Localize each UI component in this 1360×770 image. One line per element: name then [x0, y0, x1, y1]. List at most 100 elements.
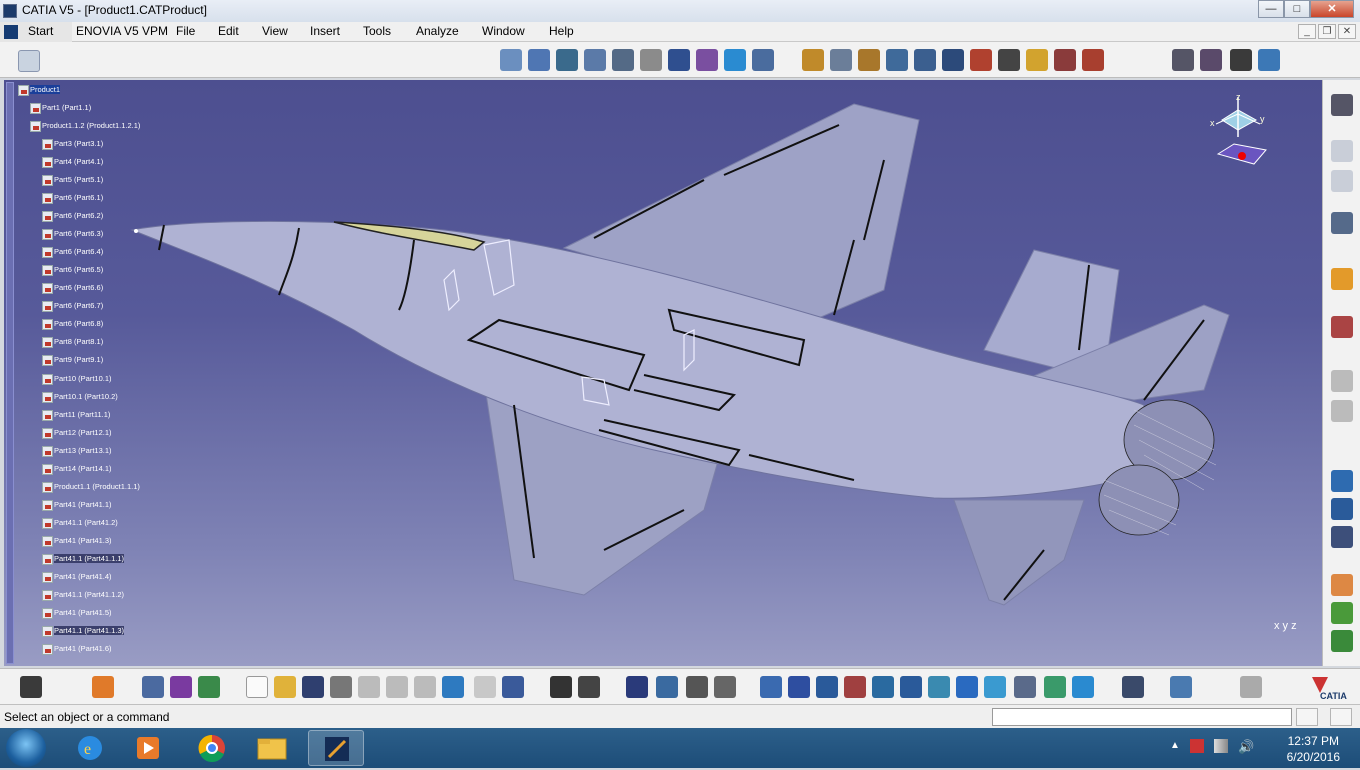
lock-icon[interactable]: [686, 676, 708, 698]
sparkle-icon[interactable]: [1258, 49, 1280, 71]
existing-component-icon[interactable]: [528, 49, 550, 71]
tree-node[interactable]: Part12 (Part12.1): [42, 426, 112, 440]
camera-icon[interactable]: [20, 676, 42, 698]
tree-node[interactable]: Part6 (Part6.6): [42, 281, 103, 295]
generate-numbering-icon[interactable]: [1331, 602, 1353, 624]
shading-icon[interactable]: [1014, 676, 1036, 698]
tree-node[interactable]: Part13 (Part13.1): [42, 444, 112, 458]
bill-of-material-icon[interactable]: [1331, 574, 1353, 596]
update-icon[interactable]: [724, 49, 746, 71]
minimize-button[interactable]: —: [1258, 0, 1284, 18]
open-folder-icon[interactable]: [274, 676, 296, 698]
whats-this-icon[interactable]: [502, 676, 524, 698]
command-input[interactable]: [992, 708, 1292, 726]
graph-tree-reorder-icon[interactable]: [584, 49, 606, 71]
tree-node[interactable]: Part14 (Part14.1): [42, 462, 112, 476]
new-product-icon[interactable]: [1331, 170, 1353, 192]
hide-show-icon[interactable]: [1044, 676, 1066, 698]
menu-tools[interactable]: Tools: [363, 24, 391, 38]
tree-node[interactable]: Part5 (Part5.1): [42, 173, 103, 187]
tree-node[interactable]: Part3 (Part3.1): [42, 137, 103, 151]
close-button[interactable]: ✕: [1310, 0, 1354, 18]
chrome-icon[interactable]: [184, 730, 240, 766]
tree-node[interactable]: Part6 (Part6.8): [42, 317, 103, 331]
properties-icon[interactable]: [714, 676, 736, 698]
copy-icon[interactable]: [386, 676, 408, 698]
zoom-in-icon[interactable]: [872, 676, 894, 698]
tree-node[interactable]: Product1.1 (Product1.1.1): [42, 480, 140, 494]
aircraft-model[interactable]: [4, 80, 1322, 666]
measure-item-icon[interactable]: [1172, 49, 1194, 71]
maximize-button[interactable]: □: [1284, 0, 1310, 18]
menu-start[interactable]: Start: [0, 22, 72, 42]
new-part-icon[interactable]: [1331, 140, 1353, 162]
action-center-icon[interactable]: [1190, 739, 1204, 753]
tree-node[interactable]: Part41 (Part41.1): [42, 498, 112, 512]
design-mode-icon[interactable]: [142, 676, 164, 698]
tree-node[interactable]: Part41 (Part41.5): [42, 606, 112, 620]
explode-icon[interactable]: [858, 49, 880, 71]
media-player-icon[interactable]: [120, 730, 176, 766]
network-icon[interactable]: [1214, 739, 1228, 753]
scenes-icon[interactable]: [1054, 49, 1076, 71]
reuse-pattern-icon[interactable]: [1331, 498, 1353, 520]
volume-icon[interactable]: 🔊: [1238, 739, 1254, 755]
tree-node[interactable]: Part11 (Part11.1): [42, 408, 110, 422]
catia-app-icon[interactable]: [3, 4, 17, 18]
doc-close-button[interactable]: ✕: [1338, 24, 1356, 39]
show-hidden-icons-icon[interactable]: ▲: [1170, 740, 1180, 751]
tree-node[interactable]: Part6 (Part6.2): [42, 209, 103, 223]
clock[interactable]: 12:37 PM 6/20/2016: [1287, 733, 1340, 765]
tree-node[interactable]: Part6 (Part6.3): [42, 227, 103, 241]
tree-node[interactable]: Part10.1 (Part10.2): [42, 390, 118, 404]
tree-scrollbar[interactable]: [6, 82, 14, 664]
tree-node[interactable]: Part6 (Part6.5): [42, 263, 103, 277]
file-explorer-icon[interactable]: [244, 730, 300, 766]
3d-compass[interactable]: z x y: [1204, 92, 1274, 182]
cut-icon[interactable]: [358, 676, 380, 698]
tree-node[interactable]: Part6 (Part6.7): [42, 299, 103, 313]
undo-icon[interactable]: [442, 676, 464, 698]
status-button-2[interactable]: [1330, 708, 1352, 726]
distance-icon[interactable]: [970, 49, 992, 71]
tree-node[interactable]: Part8 (Part8.1): [42, 335, 103, 349]
knowledge-icon[interactable]: [578, 676, 600, 698]
menu-enovia[interactable]: ENOVIA V5 VPM: [76, 24, 168, 38]
global-icon[interactable]: [1331, 630, 1353, 652]
tree-node[interactable]: Part41.1 (Part41.2): [42, 516, 118, 530]
tree-node[interactable]: Part1 (Part1.1): [30, 101, 91, 115]
rotate-icon[interactable]: [844, 676, 866, 698]
swap-space-icon[interactable]: [1072, 676, 1094, 698]
tree-node[interactable]: Product1.1.2 (Product1.1.2.1): [30, 119, 140, 133]
fit-all-icon[interactable]: [1230, 49, 1252, 71]
cache-icon[interactable]: [198, 676, 220, 698]
refresh-icon[interactable]: [1240, 676, 1262, 698]
move-icon[interactable]: [1331, 212, 1353, 234]
gear-icon[interactable]: [1331, 94, 1353, 116]
menu-edit[interactable]: Edit: [218, 24, 239, 38]
status-button-1[interactable]: [1296, 708, 1318, 726]
pan-icon[interactable]: [816, 676, 838, 698]
assembly-constraint-icon[interactable]: [500, 49, 522, 71]
fit-all-in-icon[interactable]: [788, 676, 810, 698]
doc-restore-button[interactable]: ❐: [1318, 24, 1336, 39]
visualization-icon[interactable]: [170, 676, 192, 698]
tree-node[interactable]: Part41 (Part41.4): [42, 570, 112, 584]
anchor-icon[interactable]: [612, 49, 634, 71]
annotation-text-icon[interactable]: [998, 49, 1020, 71]
coincidence-icon[interactable]: [640, 49, 662, 71]
tree-icon[interactable]: [92, 676, 114, 698]
apply-material-icon[interactable]: [1122, 676, 1144, 698]
zoom-out-icon[interactable]: [900, 676, 922, 698]
tree-node[interactable]: Part6 (Part6.4): [42, 245, 103, 259]
formula-icon[interactable]: [550, 676, 572, 698]
menu-insert[interactable]: Insert: [310, 24, 340, 38]
measure-inertia-icon[interactable]: [1200, 49, 1222, 71]
normal-view-icon[interactable]: [928, 676, 950, 698]
table-icon[interactable]: [626, 676, 648, 698]
save-icon[interactable]: [302, 676, 324, 698]
menu-analyze[interactable]: Analyze: [416, 24, 459, 38]
tree-node[interactable]: Part4 (Part4.1): [42, 155, 103, 169]
tree-node[interactable]: Part41 (Part41.3): [42, 534, 112, 548]
flex-icon[interactable]: [1331, 526, 1353, 548]
